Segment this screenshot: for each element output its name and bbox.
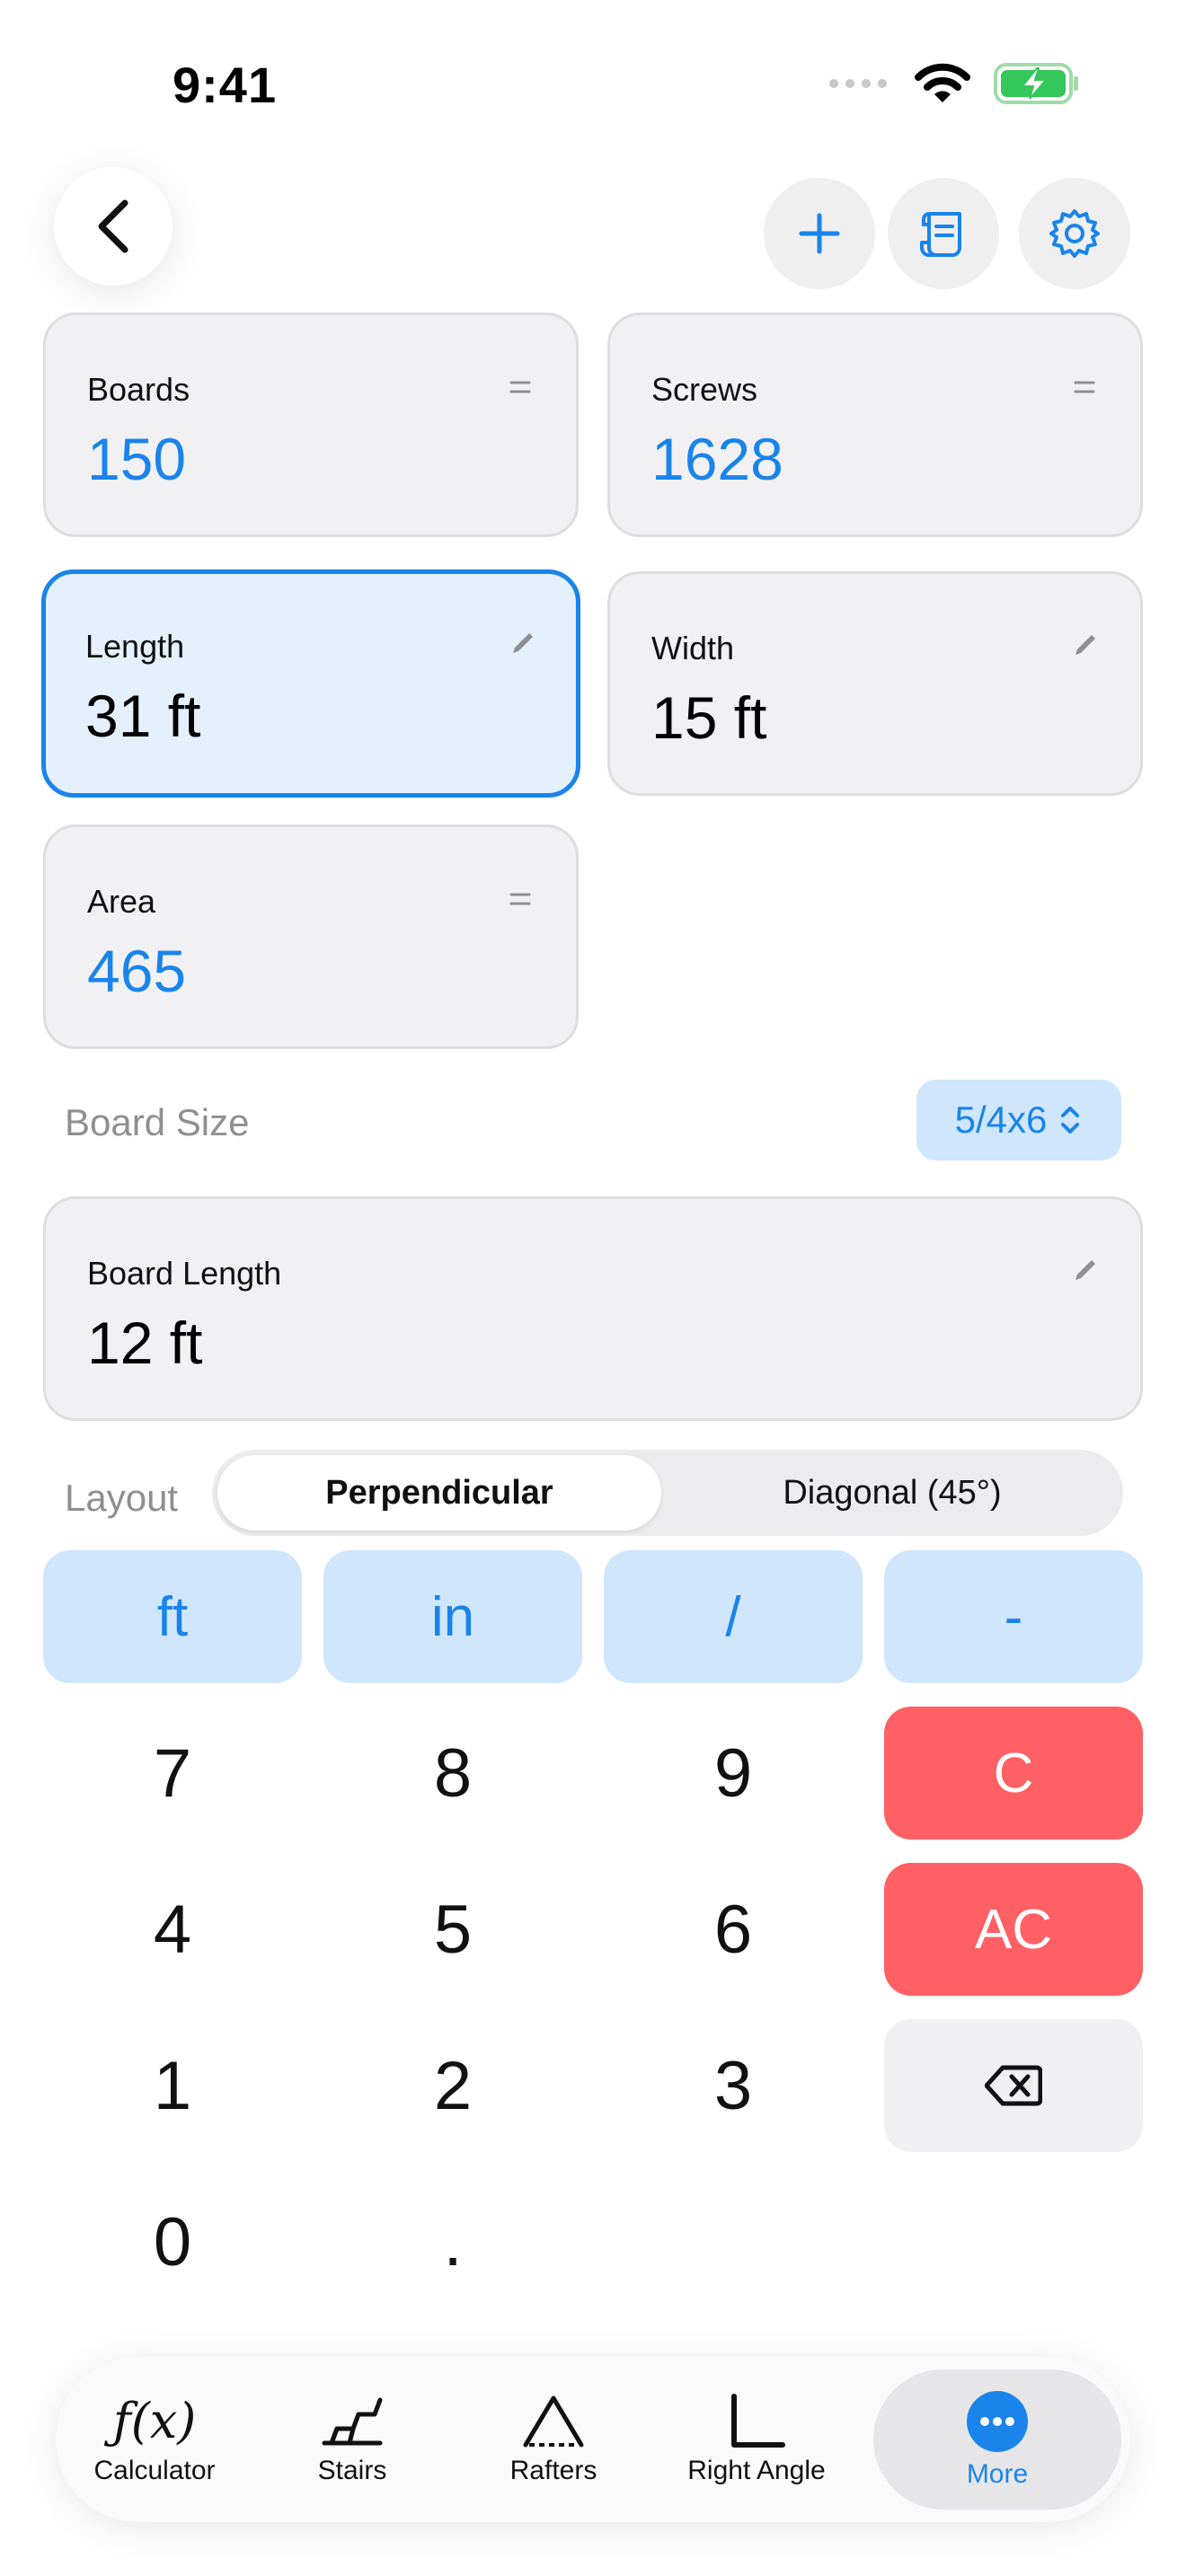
plus-icon — [799, 213, 840, 254]
add-button[interactable] — [764, 178, 875, 289]
battery-charging-icon — [994, 63, 1078, 104]
tab-label: Right Angle — [687, 2456, 826, 2485]
wifi-icon — [915, 63, 970, 102]
back-button[interactable] — [54, 167, 173, 286]
length-value: 31 ft — [85, 683, 201, 749]
boards-card[interactable]: Boards 150 — [43, 313, 579, 537]
segment-diagonal[interactable]: Diagonal (45°) — [661, 1450, 1123, 1536]
status-icons — [828, 63, 1080, 104]
right-angle-icon — [731, 2394, 785, 2448]
board-size-label: Board Size — [65, 1101, 250, 1143]
key-9[interactable]: 9 — [604, 1707, 863, 1839]
board-length-card[interactable]: Board Length 12 ft — [43, 1196, 1143, 1421]
tab-label: Stairs — [317, 2456, 387, 2485]
more-icon — [967, 2391, 1028, 2452]
gear-icon — [1049, 209, 1100, 258]
history-button[interactable] — [888, 178, 999, 289]
length-label: Length — [85, 628, 185, 665]
key-1[interactable]: 1 — [43, 2019, 302, 2152]
scroll-icon — [920, 211, 961, 257]
key-3[interactable]: 3 — [604, 2019, 863, 2152]
key-8[interactable]: 8 — [323, 1707, 582, 1839]
pencil-icon — [1075, 1260, 1095, 1280]
stairs-icon — [322, 2397, 383, 2446]
chevron-up-down-icon — [1061, 1107, 1080, 1134]
settings-button[interactable] — [1019, 178, 1130, 289]
tab-label: Calculator — [93, 2456, 216, 2485]
screws-label: Screws — [651, 371, 758, 408]
tab-calculator[interactable]: ƒ(x) Calculator — [65, 2357, 244, 2522]
area-label: Area — [87, 883, 156, 920]
signal-icon — [829, 79, 887, 88]
screws-card[interactable]: Screws 1628 — [607, 313, 1143, 537]
length-card[interactable]: Length 31 ft — [41, 569, 580, 798]
equals-icon — [509, 893, 531, 905]
svg-text:ƒ(x): ƒ(x) — [104, 2393, 197, 2449]
key-ft[interactable]: ft — [43, 1550, 302, 1683]
key-in[interactable]: in — [323, 1550, 582, 1683]
tab-right-angle[interactable]: Right Angle — [658, 2357, 855, 2522]
board-length-value: 12 ft — [87, 1310, 203, 1376]
area-card[interactable]: Area 465 — [43, 825, 579, 1049]
all-clear-button[interactable]: AC — [884, 1863, 1143, 1996]
key-dash[interactable]: - — [884, 1550, 1143, 1683]
key-5[interactable]: 5 — [323, 1863, 582, 1996]
equals-icon — [509, 381, 531, 393]
key-0[interactable]: 0 — [43, 2175, 302, 2308]
tab-more[interactable]: More — [873, 2369, 1121, 2510]
pencil-icon — [1075, 635, 1095, 655]
screws-value: 1628 — [651, 426, 783, 492]
width-value: 15 ft — [651, 684, 767, 751]
key-decimal[interactable]: . — [323, 2175, 582, 2308]
clear-button[interactable]: C — [884, 1707, 1143, 1839]
key-4[interactable]: 4 — [43, 1863, 302, 1996]
layout-label: Layout — [65, 1477, 179, 1519]
key-2[interactable]: 2 — [323, 2019, 582, 2152]
width-card[interactable]: Width 15 ft — [607, 571, 1143, 796]
key-7[interactable]: 7 — [43, 1707, 302, 1839]
backspace-button[interactable] — [884, 2019, 1143, 2152]
function-icon: ƒ(x) — [104, 2393, 197, 2449]
status-time: 9:41 — [173, 57, 278, 113]
board-size-value: 5/4x6 — [954, 1098, 1048, 1141]
tab-label: More — [966, 2459, 1029, 2489]
tab-stairs[interactable]: Stairs — [262, 2357, 442, 2522]
equals-icon — [1074, 381, 1095, 393]
tab-label: Rafters — [509, 2456, 597, 2485]
pencil-icon — [513, 633, 533, 653]
tab-rafters[interactable]: Rafters — [464, 2357, 643, 2522]
layout-segmented-control: Perpendicular Diagonal (45°) — [212, 1450, 1123, 1536]
area-value: 465 — [87, 938, 187, 1004]
board-length-label: Board Length — [87, 1255, 282, 1292]
boards-value: 150 — [87, 426, 187, 492]
width-label: Width — [651, 630, 735, 666]
key-fraction[interactable]: / — [604, 1550, 863, 1683]
chevron-left-icon — [98, 199, 128, 253]
key-6[interactable]: 6 — [604, 1863, 863, 1996]
segment-perpendicular[interactable]: Perpendicular — [217, 1450, 661, 1536]
tab-bar: ƒ(x) Calculator Stairs Rafters Right Ang… — [56, 2357, 1130, 2522]
boards-label: Boards — [87, 371, 190, 408]
rafters-icon — [523, 2395, 584, 2448]
delete-backward-icon — [985, 2065, 1042, 2106]
board-size-picker[interactable]: 5/4x6 — [916, 1080, 1121, 1160]
